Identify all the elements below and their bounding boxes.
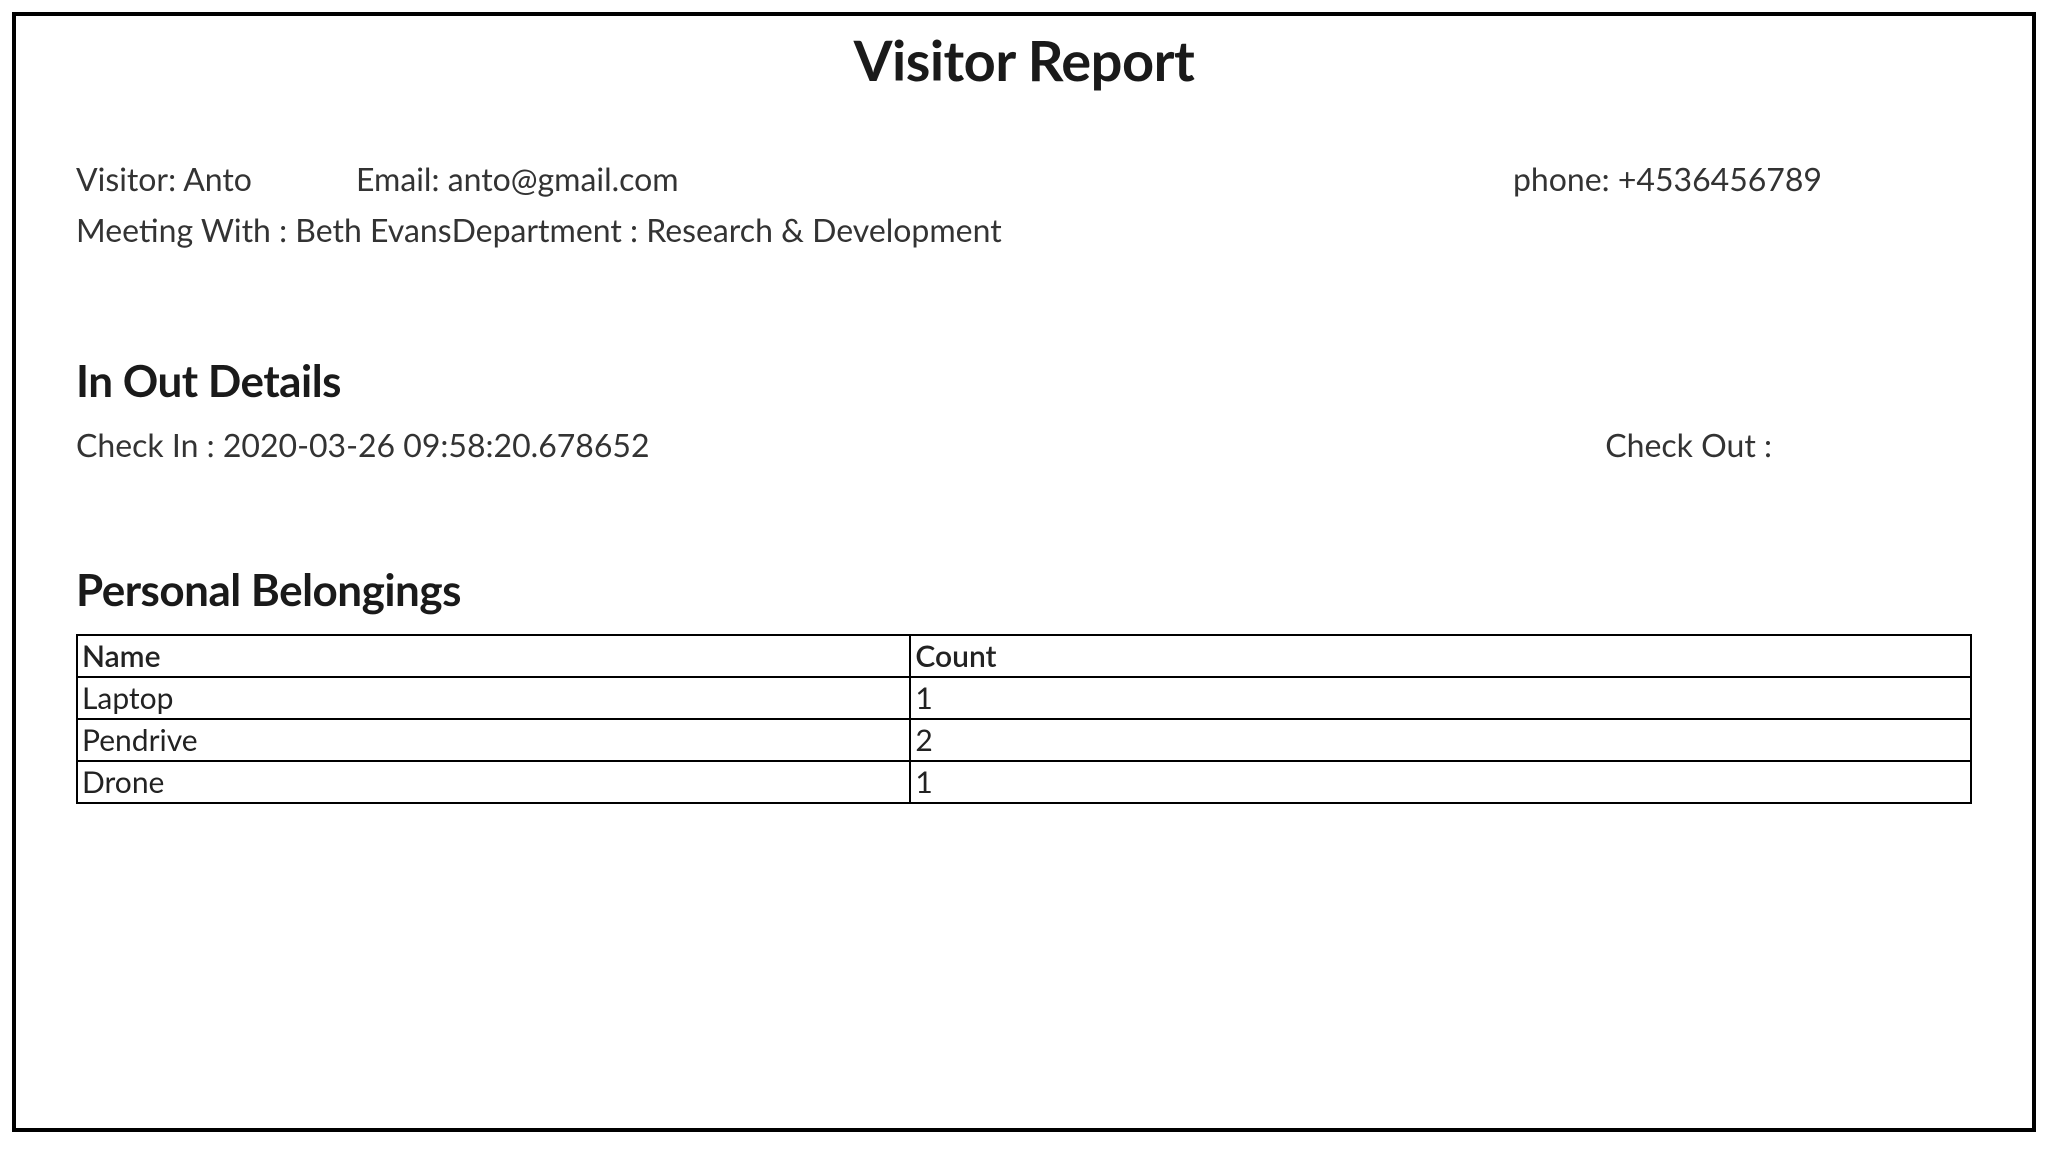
in-out-row: Check In : 2020-03-26 09:58:20.678652 Ch… [76,425,1972,464]
page-title: Visitor Report [76,16,1972,153]
belongings-heading: Personal Belongings [76,564,1972,616]
table-row: Laptop 1 [77,677,1971,719]
check-out-field: Check Out : [1605,425,1972,464]
phone-label: phone: [1513,159,1618,198]
check-in-field: Check In : 2020-03-26 09:58:20.678652 [76,425,1605,464]
table-row: Drone 1 [77,761,1971,803]
meeting-with-label: Meeting With : [76,210,295,249]
belonging-count: 1 [910,677,1971,719]
in-out-heading: In Out Details [76,355,1972,407]
email-field: Email: anto@gmail.com [356,153,986,204]
belonging-name: Laptop [77,677,910,719]
department-field: Department : Research & Development [452,204,1002,255]
belongings-table: Name Count Laptop 1 Pendrive 2 Drone 1 [76,634,1972,804]
meeting-with-value: Beth Evans [295,210,451,249]
meeting-with-field: Meeting With : Beth Evans [76,204,452,255]
in-out-details-block: In Out Details Check In : 2020-03-26 09:… [76,355,1972,464]
check-in-value: 2020-03-26 09:58:20.678652 [223,425,650,464]
phone-field: phone: +4536456789 [1513,153,1972,204]
phone-value: +4536456789 [1618,159,1822,198]
visitor-info-row-1: Visitor: Anto Email: anto@gmail.com phon… [76,153,1972,204]
table-header-row: Name Count [77,635,1971,677]
visitor-field: Visitor: Anto [76,153,356,204]
check-out-label: Check Out : [1605,425,1772,464]
table-header-count: Count [910,635,1971,677]
department-label: Department : [452,210,647,249]
visitor-info-block: Visitor: Anto Email: anto@gmail.com phon… [76,153,1972,255]
visitor-value: Anto [183,159,252,198]
visitor-info-row-2: Meeting With : Beth Evans Department : R… [76,204,1972,255]
email-value: anto@gmail.com [448,159,679,198]
belonging-count: 2 [910,719,1971,761]
personal-belongings-block: Personal Belongings Name Count Laptop 1 … [76,564,1972,804]
report-frame: Visitor Report Visitor: Anto Email: anto… [12,12,2036,1132]
email-label: Email: [356,159,448,198]
belonging-name: Drone [77,761,910,803]
visitor-label: Visitor: [76,159,183,198]
belonging-name: Pendrive [77,719,910,761]
belonging-count: 1 [910,761,1971,803]
table-row: Pendrive 2 [77,719,1971,761]
table-header-name: Name [77,635,910,677]
department-value: Research & Development [646,210,1001,249]
check-in-label: Check In : [76,425,223,464]
